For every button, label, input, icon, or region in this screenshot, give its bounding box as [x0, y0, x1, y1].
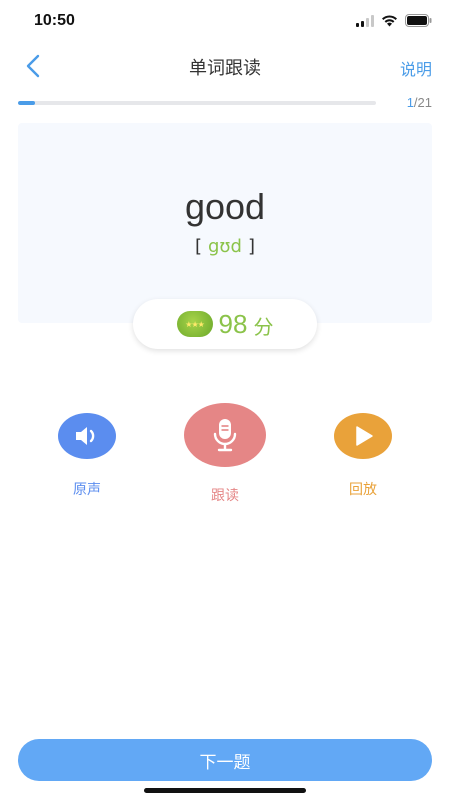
- phonetic-close-bracket: ]: [247, 236, 256, 257]
- word-text: good: [184, 186, 266, 227]
- score-value: 98: [218, 308, 248, 339]
- playback-button[interactable]: [334, 413, 392, 459]
- status-icons: [356, 14, 432, 27]
- next-question-button[interactable]: 下一题: [18, 739, 432, 781]
- play-icon: [356, 426, 373, 446]
- follow-read-label: 跟读: [211, 488, 239, 504]
- word-phonetic: [ gʊd]: [0, 236, 450, 257]
- follow-read-action: 跟读: [184, 403, 266, 505]
- original-sound-action: 原声: [58, 413, 116, 499]
- speaker-icon: [76, 427, 95, 445]
- phonetic-symbols: gʊd: [208, 236, 242, 257]
- original-sound-button[interactable]: [58, 413, 116, 459]
- signal-icon: [356, 14, 374, 27]
- status-bar: 10:50: [0, 0, 450, 44]
- progress-bar: [18, 101, 376, 105]
- follow-read-button[interactable]: [184, 403, 266, 467]
- score-pill: ★★★ 98 分: [133, 299, 317, 349]
- nav-bar: 单词跟读 说明: [0, 44, 450, 88]
- word-follow-reading-screen: 10:50 单词跟读 说明 1/21 good [gʊd] ★★★ 98 分…: [0, 0, 450, 800]
- status-time: 10:50: [34, 12, 75, 29]
- page-title: 单词跟读: [189, 58, 261, 79]
- home-indicator: [144, 788, 306, 793]
- star-rating-icon: ★★★: [176, 311, 213, 337]
- score-unit: 分: [253, 314, 274, 339]
- help-button[interactable]: 说明: [400, 56, 432, 80]
- wifi-icon: [382, 14, 397, 26]
- progress-current: 1: [406, 95, 414, 110]
- battery-icon: [405, 14, 432, 27]
- phonetic-open-bracket: [: [194, 236, 202, 257]
- playback-action: 回放: [334, 413, 392, 499]
- progress-bar-fill: [18, 101, 36, 105]
- original-sound-label: 原声: [73, 482, 101, 498]
- microphone-icon: [213, 419, 237, 452]
- progress-counter: 1/21: [407, 95, 432, 110]
- progress-total: /21: [413, 95, 432, 110]
- playback-label: 回放: [349, 482, 377, 498]
